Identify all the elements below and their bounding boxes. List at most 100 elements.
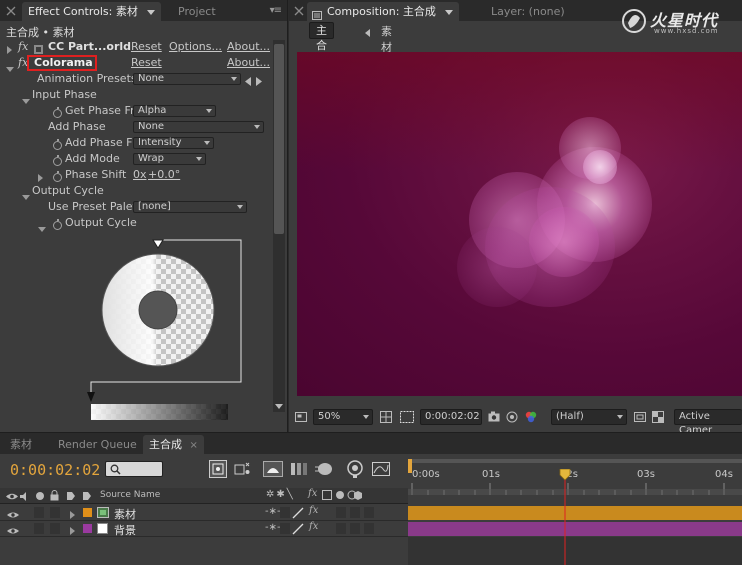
magnification-dropdown[interactable]: 50% bbox=[313, 409, 373, 425]
output-cycle-wheel-editor[interactable] bbox=[86, 234, 246, 424]
animation-presets-dropdown[interactable]: None bbox=[133, 73, 241, 85]
lock-toggle[interactable] bbox=[50, 507, 60, 518]
lock-toggle[interactable] bbox=[50, 523, 60, 534]
input-phase-group[interactable]: Input Phase bbox=[0, 87, 270, 104]
graph-editor-icon[interactable] bbox=[371, 459, 391, 479]
add-phase-dropdown[interactable]: None bbox=[133, 121, 264, 133]
tab-project[interactable]: Project bbox=[172, 2, 222, 21]
quality-switch-icon[interactable] bbox=[292, 507, 304, 522]
reset-link[interactable]: Reset bbox=[131, 55, 162, 71]
current-time-indicator[interactable] bbox=[559, 468, 571, 565]
3d-view-dropdown[interactable]: Active Camer bbox=[674, 409, 742, 436]
output-cycle-wheel[interactable] bbox=[86, 234, 246, 424]
fx-switch-icon[interactable]: fx bbox=[309, 521, 318, 532]
use-preset-palette-dropdown[interactable]: [none] bbox=[133, 201, 247, 213]
switch-box[interactable] bbox=[350, 507, 360, 518]
composition-mini-flowchart-icon[interactable] bbox=[208, 459, 228, 479]
panel-close-icon[interactable] bbox=[6, 6, 16, 19]
layer-name[interactable]: 素材 bbox=[114, 506, 136, 522]
timeline-current-time[interactable]: 0:00:02:02 bbox=[10, 461, 100, 479]
fx-switch-icon[interactable]: fx bbox=[309, 505, 318, 516]
quality-switch-icon[interactable] bbox=[292, 523, 304, 538]
layer-color-swatch[interactable] bbox=[83, 524, 92, 533]
about-link[interactable]: About... bbox=[227, 55, 270, 71]
fx-icon[interactable]: fx bbox=[18, 39, 28, 55]
scrollbar-thumb[interactable] bbox=[274, 44, 284, 234]
layer-name[interactable]: 背景 bbox=[114, 522, 136, 538]
solo-toggle[interactable] bbox=[34, 507, 44, 518]
layer-color-swatch[interactable] bbox=[83, 508, 92, 517]
get-phase-dropdown[interactable]: Alpha bbox=[133, 105, 216, 117]
tab-main-comp[interactable]: 主合成 × bbox=[143, 435, 204, 454]
tab-layer[interactable]: Layer: (none) bbox=[485, 2, 571, 21]
draft-3d-icon[interactable] bbox=[232, 459, 252, 479]
switch-box[interactable] bbox=[350, 523, 360, 534]
dropdown-arrow-icon bbox=[237, 205, 243, 209]
stopwatch-icon[interactable] bbox=[53, 107, 62, 118]
flow-item-footage[interactable]: 素材 bbox=[381, 23, 392, 55]
transparency-grid-icon[interactable] bbox=[652, 411, 664, 423]
phase-shift-label: Phase Shift bbox=[65, 168, 127, 181]
current-time-display[interactable]: 0:00:02:02 bbox=[420, 409, 482, 425]
effect-controls-scrollbar[interactable] bbox=[273, 40, 285, 412]
show-snapshot-icon[interactable] bbox=[506, 411, 518, 423]
scroll-down-icon[interactable] bbox=[275, 399, 283, 412]
add-phase-from-dropdown[interactable]: Intensity bbox=[133, 137, 214, 149]
solid-icon bbox=[97, 523, 108, 534]
switch-box[interactable] bbox=[336, 523, 346, 534]
phase-shift-degrees[interactable]: +0.0° bbox=[148, 167, 180, 183]
table-row[interactable]: 素材 -∗- fx bbox=[0, 505, 408, 521]
tab-menu-icon[interactable] bbox=[147, 9, 156, 15]
always-preview-icon[interactable] bbox=[295, 411, 307, 423]
output-cycle-group[interactable]: Output Cycle bbox=[0, 183, 270, 200]
snapshot-icon[interactable] bbox=[488, 411, 500, 423]
layer-duration-bar[interactable] bbox=[408, 522, 742, 536]
tab-render-queue[interactable]: Render Queue bbox=[52, 435, 143, 454]
mask-visibility-icon[interactable] bbox=[400, 411, 414, 423]
motion-blur-icon[interactable] bbox=[314, 459, 334, 479]
switch-box[interactable] bbox=[364, 523, 374, 534]
stopwatch-icon[interactable] bbox=[53, 171, 62, 182]
composition-viewer[interactable] bbox=[297, 52, 742, 396]
layer-column-header: Source Name ✲✱╲ fx bbox=[0, 488, 408, 504]
solo-toggle[interactable] bbox=[34, 523, 44, 534]
tab-menu-icon[interactable] bbox=[445, 9, 454, 15]
stopwatch-icon[interactable] bbox=[53, 219, 62, 230]
collapse-triangle-icon[interactable] bbox=[38, 221, 46, 237]
add-phase-from-row: Add Phase F Intensity bbox=[0, 135, 270, 151]
tab-footage[interactable]: 素材 bbox=[4, 435, 38, 454]
hide-shy-layers-icon[interactable] bbox=[263, 459, 283, 479]
effect-row-cc-particle-world[interactable]: fx CC Part...orld Reset Options... About… bbox=[0, 39, 270, 55]
reset-link[interactable]: Reset bbox=[131, 39, 162, 55]
color-channels-icon[interactable] bbox=[524, 411, 537, 423]
tab-effect-controls[interactable]: Effect Controls: 素材 bbox=[22, 2, 162, 21]
phase-shift-revolutions[interactable]: 0x bbox=[133, 167, 147, 183]
switch-box[interactable] bbox=[280, 523, 290, 534]
layer-duration-bar[interactable] bbox=[408, 506, 742, 520]
dropdown-arrow-icon bbox=[254, 125, 260, 129]
brainstorm-icon[interactable] bbox=[345, 459, 365, 479]
timeline-empty-area[interactable] bbox=[408, 537, 742, 565]
switch-box[interactable] bbox=[280, 507, 290, 518]
about-link[interactable]: About... bbox=[227, 39, 270, 55]
stopwatch-icon[interactable] bbox=[53, 155, 62, 166]
panel-menu-icon[interactable]: ▾≡ bbox=[270, 5, 282, 16]
switch-box[interactable] bbox=[364, 507, 374, 518]
grid-guides-icon[interactable] bbox=[380, 411, 392, 423]
tab-close-icon[interactable]: × bbox=[190, 440, 198, 451]
switch-box[interactable] bbox=[336, 507, 346, 518]
resolution-dropdown[interactable]: (Half) bbox=[551, 409, 627, 425]
stopwatch-icon[interactable] bbox=[53, 139, 62, 150]
options-link[interactable]: Options... bbox=[169, 39, 222, 55]
tab-composition[interactable]: Composition: 主合成 bbox=[307, 2, 460, 21]
panel-close-icon[interactable] bbox=[294, 6, 304, 19]
shy-switch[interactable]: -∗- bbox=[265, 506, 281, 517]
region-of-interest-icon[interactable] bbox=[634, 411, 646, 423]
shy-switch[interactable]: -∗- bbox=[265, 522, 281, 533]
table-row[interactable]: 背景 -∗- fx bbox=[0, 521, 408, 537]
composition-panel: Composition: 主合成 Layer: (none) 主合成 素材 50… bbox=[289, 0, 742, 436]
flow-item-main-comp[interactable]: 主合成 bbox=[309, 22, 334, 67]
add-mode-dropdown[interactable]: Wrap bbox=[133, 153, 206, 165]
frame-blending-icon[interactable] bbox=[289, 459, 309, 479]
timeline-search-input[interactable] bbox=[105, 461, 163, 477]
